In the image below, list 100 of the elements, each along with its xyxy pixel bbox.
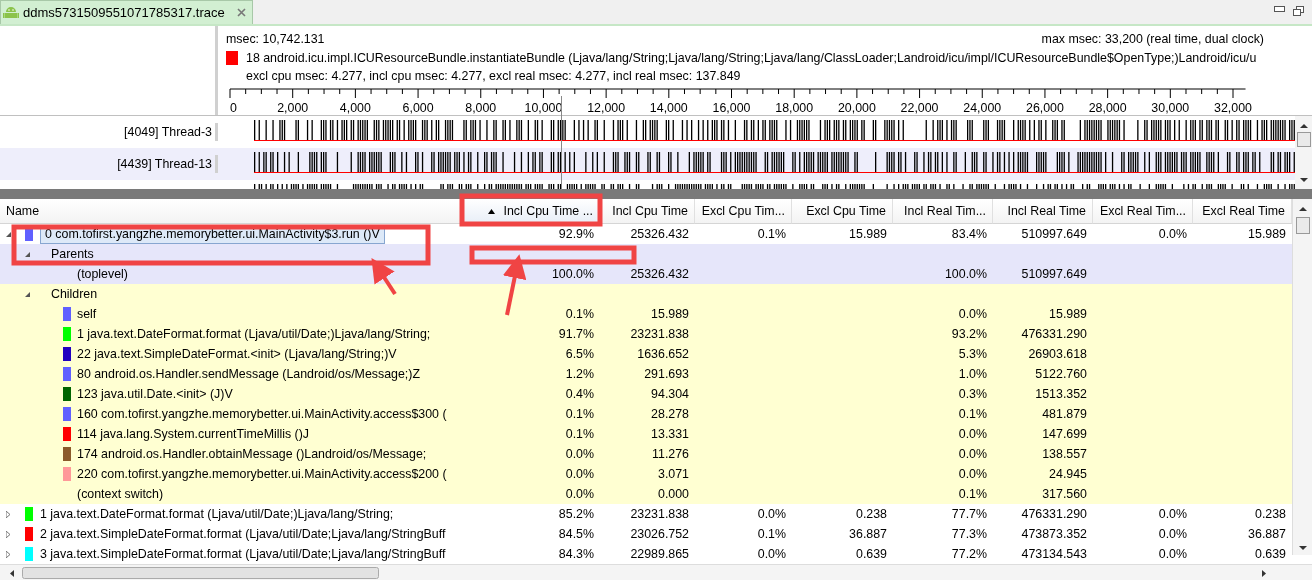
tab-title: ddms5731509551071785317.trace xyxy=(23,3,225,22)
ruler-label: 16,000 xyxy=(712,100,751,115)
editor-tab[interactable]: ddms5731509551071785317.trace xyxy=(0,0,253,24)
table-cell: 23231.838 xyxy=(630,507,689,521)
table-cell: 0.0% xyxy=(958,447,987,461)
sort-ascending-icon xyxy=(488,208,496,214)
column-header[interactable]: Excl Real Time xyxy=(1193,199,1292,224)
thread-label: [4049] Thread-3 xyxy=(124,124,212,139)
ruler-label: 14,000 xyxy=(649,100,688,115)
column-header[interactable]: Incl Cpu Time xyxy=(600,199,695,224)
ruler-label: 4,000 xyxy=(339,100,371,115)
collapse-icon[interactable] xyxy=(6,232,11,238)
ruler-label: 24,000 xyxy=(963,100,1002,115)
table-cell: 23231.838 xyxy=(630,327,689,341)
annotation-arrow xyxy=(371,257,397,296)
table-cell: 1513.352 xyxy=(1035,387,1087,401)
thread-row[interactable]: [4049] Thread-3 xyxy=(0,116,1295,148)
table-cell: 0.4% xyxy=(565,387,594,401)
horizontal-scrollbar[interactable] xyxy=(0,564,1312,580)
column-header[interactable]: Excl Cpu Time xyxy=(792,199,893,224)
table-cell: 476331.290 xyxy=(1021,327,1087,341)
table-cell: 13.331 xyxy=(651,427,689,441)
table-cell: 3.071 xyxy=(658,467,689,481)
ruler-label: 26,000 xyxy=(1026,100,1064,115)
method-name: self xyxy=(77,306,97,323)
expand-icon[interactable] xyxy=(6,551,10,559)
table-cell: 26903.618 xyxy=(1028,347,1087,361)
table-cell: 83.4% xyxy=(951,227,987,241)
expand-icon[interactable] xyxy=(6,531,10,539)
table-cell: 0.0% xyxy=(1158,547,1187,561)
table-cell: 0.1% xyxy=(757,527,786,541)
column-header[interactable]: Incl Real Time xyxy=(993,199,1093,224)
table-cell: 291.693 xyxy=(644,367,689,381)
table-cell: 317.560 xyxy=(1042,487,1087,501)
method-name: 123 java.util.Date.<init> (J)V xyxy=(77,386,233,403)
section-label: Children xyxy=(51,286,98,303)
table-cell: 5.3% xyxy=(958,347,987,361)
table-cell: 0.238 xyxy=(1255,507,1286,521)
expand-icon[interactable] xyxy=(6,511,10,519)
ruler-label: 32,000 xyxy=(1214,100,1252,115)
ruler-label: 18,000 xyxy=(775,100,814,115)
table-cell: 1636.652 xyxy=(637,347,689,361)
table-cell: 77.3% xyxy=(951,527,987,541)
table-cell: 0.0% xyxy=(757,507,786,521)
collapse-icon[interactable] xyxy=(25,252,30,258)
collapse-icon[interactable] xyxy=(25,292,30,298)
column-header[interactable]: Excl Cpu Tim... xyxy=(695,199,792,224)
table-cell: 11.276 xyxy=(652,447,689,461)
ruler-label: 30,000 xyxy=(1151,100,1190,115)
vertical-scrollbar[interactable] xyxy=(1294,116,1312,189)
table-cell: 138.557 xyxy=(1042,447,1087,461)
method-name[interactable]: 2 java.text.SimpleDateFormat.format (Ljava/util/Date;Ljava/lang/StringBuff xyxy=(40,524,446,544)
table-cell: 36.887 xyxy=(1248,527,1286,541)
table-cell: 1.0% xyxy=(958,367,987,381)
method-name: 114 java.lang.System.currentTimeMillis ()J xyxy=(77,426,310,443)
table-cell: 36.887 xyxy=(849,527,887,541)
section-label: Parents xyxy=(51,246,94,263)
table-cell: 100.0% xyxy=(944,267,987,281)
table-cell: 77.7% xyxy=(951,507,987,521)
android-robot-icon xyxy=(3,4,19,21)
ruler-label: 8,000 xyxy=(465,100,497,115)
table-cell: 476331.290 xyxy=(1021,507,1087,521)
table-cell: 0.0% xyxy=(565,487,594,501)
table-cell: 0.639 xyxy=(1255,547,1286,561)
table-cell: 0.1% xyxy=(958,407,987,421)
table-cell: 93.2% xyxy=(951,327,987,341)
table-cell: 0.1% xyxy=(565,427,594,441)
method-name: 160 com.tofirst.yangzhe.memorybetter.ui.MainActivity.access$300 ( xyxy=(77,406,447,423)
table-cell: 0.0% xyxy=(1158,227,1187,241)
table-cell: 0.1% xyxy=(565,307,594,321)
table-cell: 28.278 xyxy=(651,407,689,421)
table-cell: 0.0% xyxy=(1158,527,1187,541)
vertical-scrollbar[interactable] xyxy=(1292,199,1312,555)
thread-label: [4439] Thread-13 xyxy=(117,156,212,171)
table-cell: 481.879 xyxy=(1042,407,1087,421)
table-cell: 77.2% xyxy=(951,547,987,561)
thread-row[interactable]: [4439] Thread-13 xyxy=(0,148,1295,180)
table-cell: 25326.432 xyxy=(630,267,689,281)
table-cell: 15.989 xyxy=(1248,227,1286,241)
table-cell: 0.639 xyxy=(856,547,887,561)
method-name[interactable]: 1 java.text.DateFormat.format (Ljava/util/Date;)Ljava/lang/String; xyxy=(40,504,394,524)
column-header[interactable]: Incl Real Tim... xyxy=(893,199,993,224)
table-cell: 0.238 xyxy=(856,507,887,521)
table-cell: 100.0% xyxy=(551,267,594,281)
column-header[interactable]: Excl Real Tim... xyxy=(1093,199,1193,224)
table-cell: 510997.649 xyxy=(1021,267,1087,281)
method-name[interactable]: 3 java.text.SimpleDateFormat.format (Ljava/util/Date;Ljava/lang/StringBuff xyxy=(40,544,446,564)
minimize-icon[interactable] xyxy=(1274,6,1285,13)
ruler-label: 28,000 xyxy=(1088,100,1127,115)
restore-icon[interactable] xyxy=(1293,6,1304,16)
max-msec-label: max msec: 33,200 (real time, dual clock) xyxy=(1041,31,1264,48)
method-name: (context switch) xyxy=(77,486,164,503)
close-icon[interactable] xyxy=(236,8,246,17)
table-cell: 0.1% xyxy=(958,487,987,501)
table-cell: 0.000 xyxy=(658,487,689,501)
table-cell: 0.0% xyxy=(1158,507,1187,521)
table-cell: 0.0% xyxy=(958,467,987,481)
table-cell: 91.7% xyxy=(558,327,594,341)
ruler-label: 6,000 xyxy=(402,100,434,115)
table-cell: 0.0% xyxy=(958,307,987,321)
